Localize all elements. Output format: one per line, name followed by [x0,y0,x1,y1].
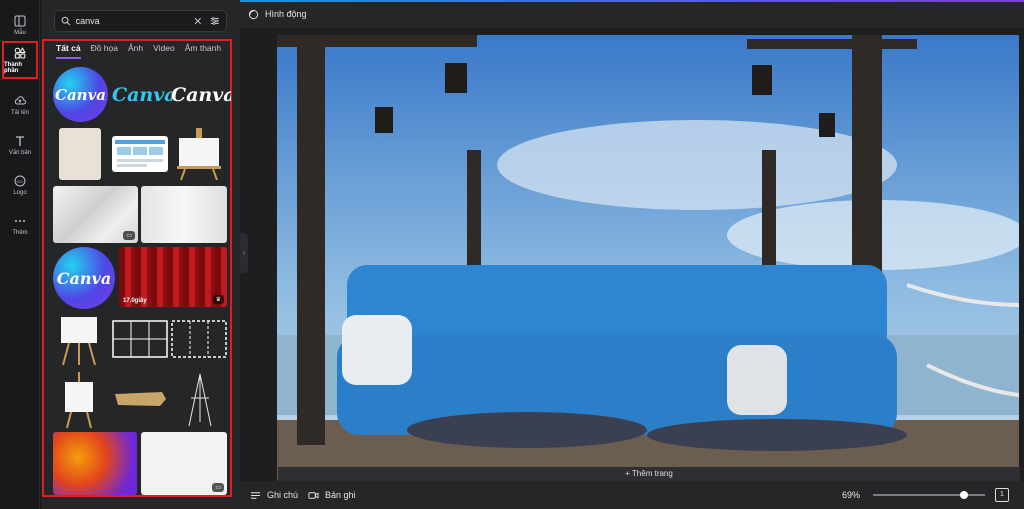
rail-label-text: Văn bản [8,149,32,156]
tab-videos[interactable]: Video [153,43,175,59]
text-icon [16,135,24,146]
wordmark-text: Canva [112,84,172,106]
search-icon [61,16,71,26]
collapse-panel-handle[interactable]: ‹ [240,233,248,273]
grid-graphic [171,320,227,358]
small-easel-thumb[interactable] [59,313,99,367]
template-icon [14,15,26,26]
record-button[interactable]: Bản ghi [308,490,356,501]
canva-logo-circle-2[interactable]: Canva [53,247,115,309]
zoom-slider[interactable] [873,491,985,499]
video-badge: ▭ [123,231,135,240]
premium-crown-icon: ♛ [212,295,224,304]
tab-photos[interactable]: Ảnh [128,43,143,59]
canva-wordmark-white[interactable]: Canva [171,84,231,108]
group-photo[interactable] [277,35,1019,480]
svg-text:CO.: CO. [16,178,23,183]
easel-graphic [65,372,93,428]
rail-label-templates: Mẫu [14,29,26,36]
zoom-level: 69% [842,490,861,500]
easel-graphic [188,373,212,427]
notes-button[interactable]: Ghi chú [250,490,298,501]
logo-icon: CO. [14,175,26,186]
rail-more[interactable]: Thêm [2,206,38,244]
paper-texture-thumb[interactable] [59,128,101,180]
page-count-button[interactable]: 1 [995,488,1009,502]
tab-all[interactable]: Tất cả [56,43,81,59]
category-tabs: Tất cả Đồ họa Ảnh Video Âm thanh [56,43,221,59]
add-page-button[interactable]: + Thêm trang [278,467,1020,481]
top-accent-line [240,0,1024,2]
logo-text: Canva [56,268,112,288]
camera-icon [308,491,319,499]
left-rail: Mẫu Thành phần Tải lên Văn bản CO. Logo … [0,0,40,509]
record-label: Bản ghi [325,490,356,500]
canva-wordmark-blue[interactable]: Canva [112,84,172,108]
plank-graphic [115,392,166,406]
abstract-gradient-thumb[interactable] [53,432,137,495]
tab-audio[interactable]: Âm thanh [185,43,221,59]
rail-text[interactable]: Văn bản [2,126,38,164]
wordmark-text: Canva [171,84,231,106]
animation-toolbar: Hình động [240,0,1024,28]
easel-canvas-thumb[interactable] [175,126,223,182]
grid-graphic [112,320,168,358]
search-input[interactable] [75,16,193,26]
shapes-icon [14,46,26,58]
rail-elements[interactable]: Thành phần [2,41,38,79]
mockup-graphic [115,140,165,167]
canvas-stage: + Thêm trang [240,28,1024,481]
easel-graphic [177,128,221,181]
storyboard-dotted-thumb[interactable] [171,318,227,360]
more-dots-icon [15,219,25,222]
wood-plank-thumb[interactable] [112,390,168,408]
filter-icon[interactable] [210,15,220,27]
canva-logo-circle[interactable]: Canva [53,67,108,122]
design-page[interactable] [277,35,1019,480]
bottom-toolbar: Ghi chú Bản ghi 69% 1 [240,481,1024,509]
animate-button[interactable]: Hình động [265,9,307,19]
tab-graphics[interactable]: Đồ họa [91,43,118,59]
sketch-easel-thumb[interactable] [185,372,215,428]
close-icon[interactable] [193,15,203,27]
video-badge: ▭ [212,483,224,492]
rail-label-uploads: Tải lên [10,109,29,116]
rail-uploads[interactable]: Tải lên [2,86,38,124]
white-wall-thumb[interactable] [141,186,227,243]
logo-text: Canva [55,85,106,104]
storyboard-grid-thumb[interactable] [112,318,168,360]
animate-icon[interactable] [248,9,259,20]
rail-logo[interactable]: CO. Logo [2,166,38,204]
rail-label-logo: Logo [13,189,27,196]
rail-templates[interactable]: Mẫu [2,6,38,44]
elements-panel: Tất cả Đồ họa Ảnh Video Âm thanh Canva C… [41,0,240,509]
red-curtain-video-thumb[interactable]: 17.0giây ♛ [119,247,227,307]
cloud-upload-icon [14,95,26,104]
zoom-slider-handle[interactable] [959,491,968,499]
webpage-mockup-thumb[interactable] [112,136,168,172]
rail-label-elements: Thành phần [4,61,22,74]
crumpled-paper-thumb[interactable]: ▭ [53,186,138,243]
notes-icon [250,491,261,499]
tall-easel-thumb[interactable] [63,372,95,428]
video-duration: 17.0giây [123,298,147,304]
white-paper-thumb[interactable]: ▭ [141,432,227,495]
search-box [54,10,227,32]
easel-graphic [61,317,97,366]
notes-label: Ghi chú [267,490,299,500]
rail-label-more: Thêm [12,229,28,236]
